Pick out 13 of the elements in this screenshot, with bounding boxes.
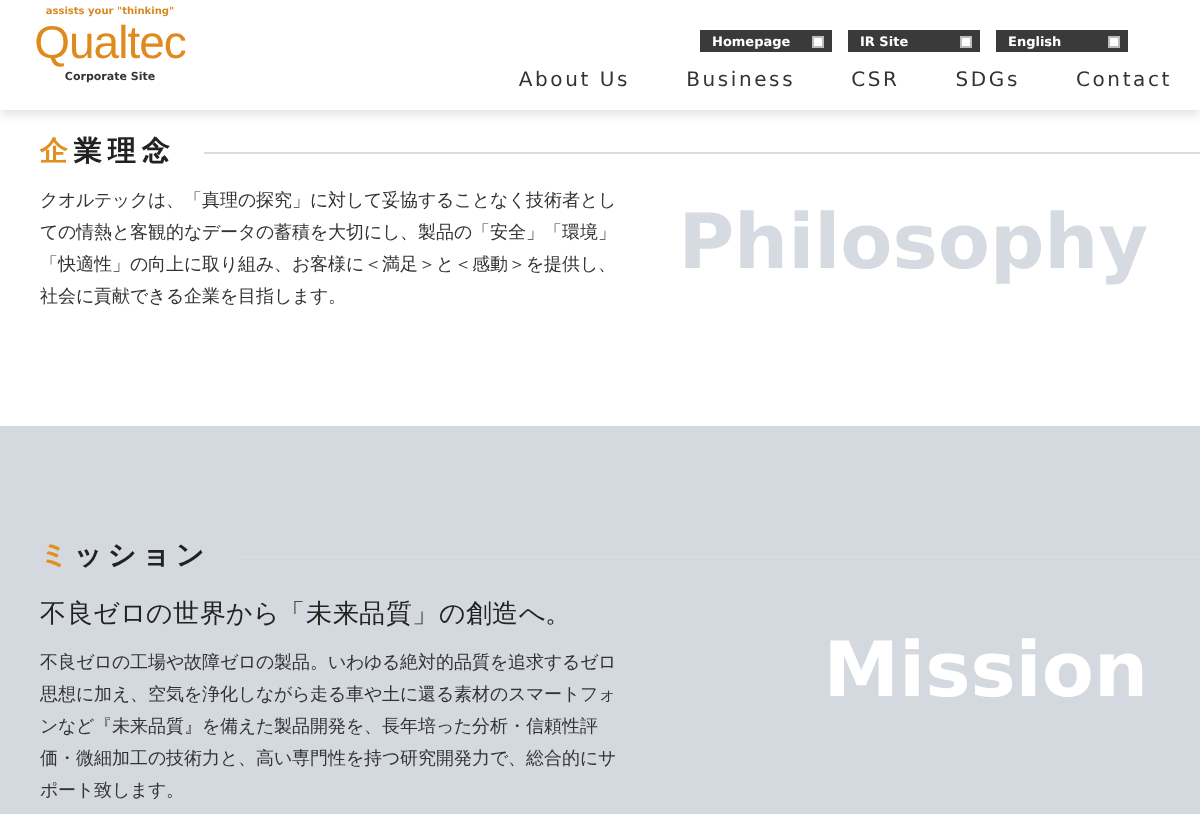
section-heading: 企業理念: [40, 134, 176, 170]
nav-link[interactable]: SDGs: [955, 70, 1020, 92]
section-text: クオルテックは、「真理の探究」に対して妥協することなく技術者としての情熱と客観的なデータの蓄積を大切にし、製品の「安全」「環境」「快適性」の向上に取り組み、お客様に＜満足＞と＜感動＞を提供し、社会に貢献できる企業を目指します。: [40, 189, 618, 312]
window-icon: [1108, 35, 1120, 47]
section-heading: ミッション: [40, 538, 210, 574]
window-icon: [960, 35, 972, 47]
window-icon: [812, 35, 824, 47]
section-text: 不良ゼロの工場や故障ゼロの製品。いわゆる絶対的品質を追求するゼロ思想に加え、空気を浄化しながら走る車や土に還る素材のスマートフォンなど『未来品質』を備えた製品開発を、長年培った分析・信頼性評価・微細加工の技術力と、高い専門性を持つ研究開発力で、総合的にサポート致します。: [40, 651, 618, 806]
nav-link[interactable]: About Us: [518, 70, 631, 92]
nav-link[interactable]: Contact: [1075, 70, 1172, 92]
nav-link[interactable]: CSR: [851, 70, 900, 92]
nav-link[interactable]: Business: [686, 70, 796, 92]
section-lead: 不良ゼロの世界から「未来品質」の創造へ。: [40, 598, 574, 632]
